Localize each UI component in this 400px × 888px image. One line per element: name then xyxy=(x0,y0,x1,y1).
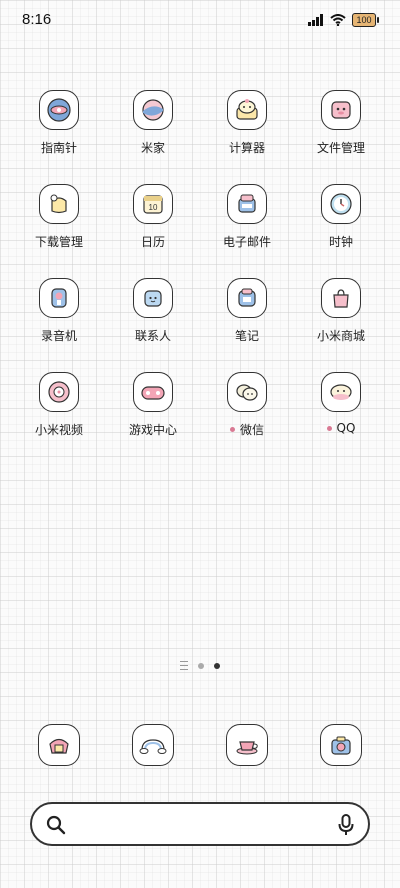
compass-icon[interactable] xyxy=(39,90,79,130)
app-email[interactable]: 电子邮件 xyxy=(200,184,294,250)
app-mi-store[interactable]: 小米商城 xyxy=(294,278,388,344)
app-recorder[interactable]: 录音机 xyxy=(12,278,106,344)
app-label: 联系人 xyxy=(134,329,171,343)
microphone-icon[interactable] xyxy=(338,814,354,836)
email-icon[interactable] xyxy=(227,184,267,224)
app-compass[interactable]: 指南针 xyxy=(12,90,106,156)
download-manager-icon[interactable] xyxy=(39,184,79,224)
app-label: 文件管理 xyxy=(316,141,365,155)
app-row-3: 录音机 联系人 笔记 小米商城 xyxy=(0,278,400,372)
app-wechat[interactable]: 微信 xyxy=(200,372,294,438)
status-icons: 100 xyxy=(308,13,379,27)
notification-dot xyxy=(229,427,235,432)
app-download-manager[interactable]: 下载管理 xyxy=(12,184,106,250)
app-file-manager[interactable]: 文件管理 xyxy=(294,90,388,156)
dock xyxy=(0,724,400,768)
app-clock[interactable]: 时钟 xyxy=(294,184,388,250)
status-bar: 8:16 100 xyxy=(0,0,400,40)
app-label: 日历 xyxy=(140,235,165,249)
app-label: 小米视频 xyxy=(34,423,83,437)
app-label: 指南针 xyxy=(40,141,77,155)
app-label: 小米商城 xyxy=(316,329,365,343)
app-label: 录音机 xyxy=(40,329,77,343)
app-label: 笔记 xyxy=(234,329,259,343)
status-time: 8:16 xyxy=(22,11,52,28)
notes-icon[interactable] xyxy=(227,278,267,318)
contacts-icon[interactable] xyxy=(133,278,173,318)
app-label: 游戏中心 xyxy=(128,423,177,437)
dock-app-camera[interactable] xyxy=(294,724,388,766)
mijia-icon[interactable] xyxy=(133,90,173,130)
phone-icon[interactable] xyxy=(38,724,80,766)
dock-app-messages[interactable] xyxy=(106,724,200,766)
camera-icon[interactable] xyxy=(320,724,362,766)
app-label: 下载管理 xyxy=(34,235,83,249)
app-contacts[interactable]: 联系人 xyxy=(106,278,200,344)
signal-icon xyxy=(308,14,323,26)
app-calculator[interactable]: 计算器 xyxy=(200,90,294,156)
search-bar[interactable] xyxy=(30,802,370,846)
page-dot-2-active[interactable] xyxy=(214,662,220,669)
dock-app-phone[interactable] xyxy=(12,724,106,766)
page-indicator[interactable] xyxy=(0,661,400,670)
app-label: 微信 xyxy=(229,421,264,438)
search-icon[interactable] xyxy=(46,815,66,835)
recorder-icon[interactable] xyxy=(39,278,79,318)
calendar-icon[interactable]: 10 xyxy=(133,184,173,224)
page-dot-1[interactable] xyxy=(198,662,204,669)
wifi-icon xyxy=(330,14,346,26)
battery-icon: 100 xyxy=(352,13,379,27)
app-label: 米家 xyxy=(140,141,165,155)
calendar-day: 10 xyxy=(149,203,158,212)
app-label: 时钟 xyxy=(328,235,353,249)
app-label-text: QQ xyxy=(336,421,356,435)
app-label: 电子邮件 xyxy=(222,235,271,249)
app-calendar[interactable]: 10 日历 xyxy=(106,184,200,250)
browser-icon[interactable] xyxy=(226,724,268,766)
clock-icon[interactable] xyxy=(321,184,361,224)
notification-dot xyxy=(326,425,332,431)
menu-lines-icon xyxy=(180,661,188,670)
app-qq[interactable]: QQ xyxy=(294,372,388,435)
app-notes[interactable]: 笔记 xyxy=(200,278,294,344)
file-manager-icon[interactable] xyxy=(321,90,361,130)
app-label-text: 微信 xyxy=(239,423,264,437)
app-row-1: 指南针 米家 计算器 文件管理 xyxy=(0,90,400,184)
calculator-icon[interactable] xyxy=(227,90,267,130)
app-mijia[interactable]: 米家 xyxy=(106,90,200,156)
app-label: QQ xyxy=(326,421,356,435)
app-label: 计算器 xyxy=(228,141,265,155)
game-center-icon[interactable] xyxy=(133,372,173,412)
app-game-center[interactable]: 游戏中心 xyxy=(106,372,200,438)
app-row-2: 下载管理 10 日历 电子邮件 时钟 xyxy=(0,184,400,278)
dock-app-browser[interactable] xyxy=(200,724,294,766)
app-mi-video[interactable]: 小米视频 xyxy=(12,372,106,438)
app-row-4: 小米视频 游戏中心 微信 QQ xyxy=(0,372,400,466)
qq-icon[interactable] xyxy=(321,372,361,412)
mi-video-icon[interactable] xyxy=(39,372,79,412)
mi-store-icon[interactable] xyxy=(321,278,361,318)
messages-icon[interactable] xyxy=(132,724,174,766)
wechat-icon[interactable] xyxy=(227,372,267,412)
